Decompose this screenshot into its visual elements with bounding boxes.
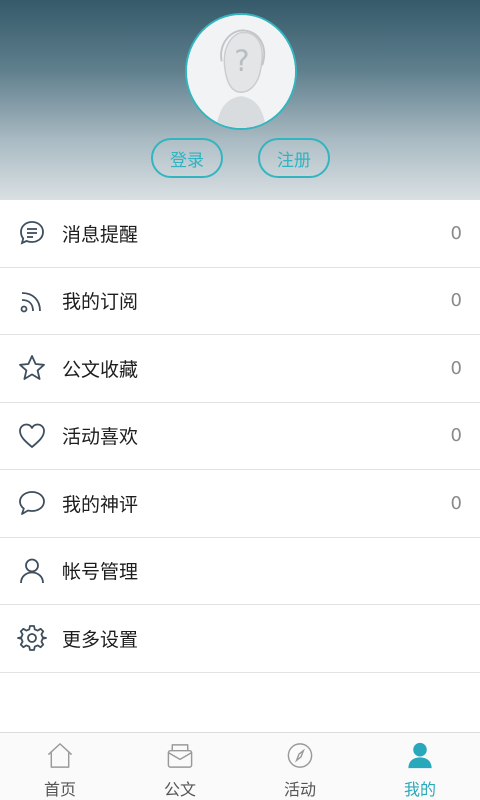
menu-item-label: 公文收藏 — [62, 358, 139, 381]
star-icon — [16, 352, 48, 384]
profile-icon — [408, 742, 432, 769]
envelope-icon — [167, 744, 193, 768]
menu-item-comments[interactable]: 我的神评 0 — [0, 470, 480, 538]
tab-label: 活动 — [283, 780, 316, 799]
menu-list: 消息提醒 0 我的订阅 0 公文收藏 0 活动喜欢 0 我的神评 0 帐号管理 … — [0, 200, 480, 673]
bottom-tab-bar: 首页 公文 活动 我的 — [0, 732, 480, 800]
menu-item-label: 活动喜欢 — [62, 426, 139, 449]
tab-activities[interactable]: 活动 — [240, 733, 360, 800]
default-avatar-icon: ? — [187, 15, 295, 128]
tab-documents[interactable]: 公文 — [120, 733, 240, 800]
svg-text:?: ? — [234, 44, 249, 78]
menu-item-settings[interactable]: 更多设置 — [0, 605, 480, 673]
menu-item-account[interactable]: 帐号管理 — [0, 537, 480, 605]
menu-item-count: 0 — [450, 492, 462, 514]
tab-label: 公文 — [163, 780, 196, 799]
menu-item-label: 我的神评 — [62, 493, 139, 516]
gear-icon — [16, 622, 48, 654]
avatar[interactable]: ? — [185, 13, 297, 130]
message-icon — [16, 217, 48, 249]
tab-home[interactable]: 首页 — [0, 733, 120, 800]
compass-icon — [287, 743, 313, 768]
menu-item-label: 我的订阅 — [62, 291, 139, 314]
menu-item-label: 帐号管理 — [62, 561, 139, 584]
menu-item-messages[interactable]: 消息提醒 0 — [0, 200, 480, 268]
login-button[interactable]: 登录 — [151, 138, 223, 178]
menu-item-label: 更多设置 — [62, 628, 139, 651]
menu-item-count: 0 — [450, 222, 462, 244]
heart-icon — [16, 420, 48, 452]
menu-item-likes[interactable]: 活动喜欢 0 — [0, 402, 480, 470]
menu-item-label: 消息提醒 — [62, 223, 139, 246]
menu-item-count: 0 — [450, 357, 462, 379]
user-icon — [16, 555, 48, 587]
comment-icon — [16, 487, 48, 519]
register-button[interactable]: 注册 — [258, 138, 330, 178]
tab-label: 我的 — [403, 780, 436, 799]
menu-item-count: 0 — [450, 425, 462, 447]
home-icon — [47, 743, 73, 768]
tab-mine[interactable]: 我的 — [360, 733, 480, 800]
menu-item-subscriptions[interactable]: 我的订阅 0 — [0, 267, 480, 335]
menu-item-favorites[interactable]: 公文收藏 0 — [0, 335, 480, 403]
menu-item-count: 0 — [450, 290, 462, 312]
tab-label: 首页 — [43, 780, 76, 799]
rss-icon — [16, 285, 48, 317]
profile-header: ? 登录 注册 — [0, 0, 480, 200]
